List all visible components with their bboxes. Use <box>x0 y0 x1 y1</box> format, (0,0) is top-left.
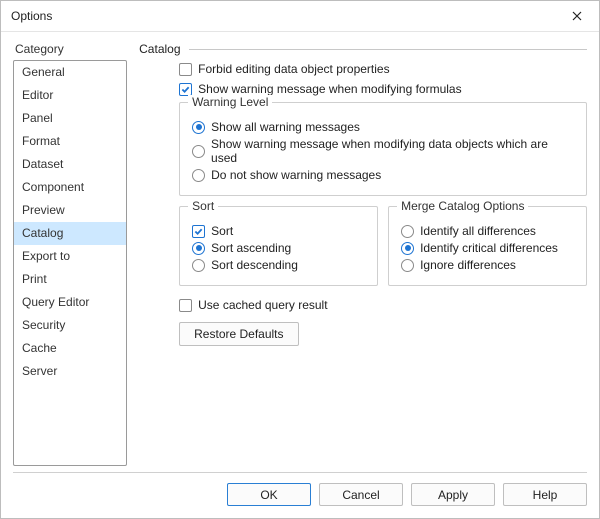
category-item[interactable]: Panel <box>14 107 126 130</box>
apply-button[interactable]: Apply <box>411 483 495 506</box>
warning-level-group: Warning Level Show all warning messagesS… <box>179 102 587 196</box>
warning-level-option-0-label: Show all warning messages <box>211 120 360 134</box>
window-title: Options <box>11 9 52 23</box>
category-item[interactable]: Cache <box>14 337 126 360</box>
merge-catalog-group: Merge Catalog Options Identify all diffe… <box>388 206 587 286</box>
merge-option-1[interactable]: Identify critical differences <box>401 241 574 255</box>
sort-ascending-radio[interactable]: Sort ascending <box>192 241 365 255</box>
sort-label: Sort <box>211 224 233 238</box>
merge-option-0[interactable]: Identify all differences <box>401 224 574 238</box>
warning-level-option-2-label: Do not show warning messages <box>211 168 381 182</box>
merge-option-2[interactable]: Ignore differences <box>401 258 574 272</box>
category-item[interactable]: Preview <box>14 199 126 222</box>
sort-descending-label: Sort descending <box>211 258 298 272</box>
forbid-editing-checkbox[interactable]: Forbid editing data object properties <box>179 62 587 76</box>
show-warning-checkbox[interactable]: Show warning message when modifying form… <box>179 82 587 96</box>
sort-descending-radio[interactable]: Sort descending <box>192 258 365 272</box>
category-heading: Category <box>13 42 127 60</box>
warning-level-legend: Warning Level <box>188 95 272 109</box>
dialog-footer: OK Cancel Apply Help <box>1 473 599 518</box>
title-bar: Options <box>1 1 599 32</box>
sort-checkbox[interactable]: Sort <box>192 224 365 238</box>
title-divider <box>189 49 587 50</box>
sort-legend: Sort <box>188 199 218 213</box>
sort-group: Sort Sort Sort ascending Sort descending <box>179 206 378 286</box>
warning-level-option-0[interactable]: Show all warning messages <box>192 120 574 134</box>
category-item[interactable]: Format <box>14 130 126 153</box>
close-icon <box>572 11 582 21</box>
category-item[interactable]: Dataset <box>14 153 126 176</box>
category-item[interactable]: Security <box>14 314 126 337</box>
help-button[interactable]: Help <box>503 483 587 506</box>
category-item[interactable]: Server <box>14 360 126 383</box>
category-item[interactable]: General <box>14 61 126 84</box>
category-item[interactable]: Export to <box>14 245 126 268</box>
merge-catalog-legend: Merge Catalog Options <box>397 199 528 213</box>
category-item[interactable]: Print <box>14 268 126 291</box>
sort-ascending-label: Sort ascending <box>211 241 291 255</box>
category-list[interactable]: GeneralEditorPanelFormatDatasetComponent… <box>13 60 127 466</box>
close-button[interactable] <box>555 1 599 31</box>
warning-level-option-1-label: Show warning message when modifying data… <box>211 137 574 165</box>
use-cached-label: Use cached query result <box>198 298 327 312</box>
forbid-editing-label: Forbid editing data object properties <box>198 62 389 76</box>
restore-defaults-button[interactable]: Restore Defaults <box>179 322 298 346</box>
merge-option-0-label: Identify all differences <box>420 224 536 238</box>
show-warning-label: Show warning message when modifying form… <box>198 82 461 96</box>
merge-option-1-label: Identify critical differences <box>420 241 558 255</box>
category-item[interactable]: Query Editor <box>14 291 126 314</box>
category-item[interactable]: Component <box>14 176 126 199</box>
warning-level-option-1[interactable]: Show warning message when modifying data… <box>192 137 574 165</box>
cancel-button[interactable]: Cancel <box>319 483 403 506</box>
warning-level-option-2[interactable]: Do not show warning messages <box>192 168 574 182</box>
use-cached-checkbox[interactable]: Use cached query result <box>179 298 587 312</box>
merge-option-2-label: Ignore differences <box>420 258 516 272</box>
category-item[interactable]: Editor <box>14 84 126 107</box>
category-item[interactable]: Catalog <box>14 222 126 245</box>
page-title: Catalog <box>139 42 180 56</box>
ok-button[interactable]: OK <box>227 483 311 506</box>
